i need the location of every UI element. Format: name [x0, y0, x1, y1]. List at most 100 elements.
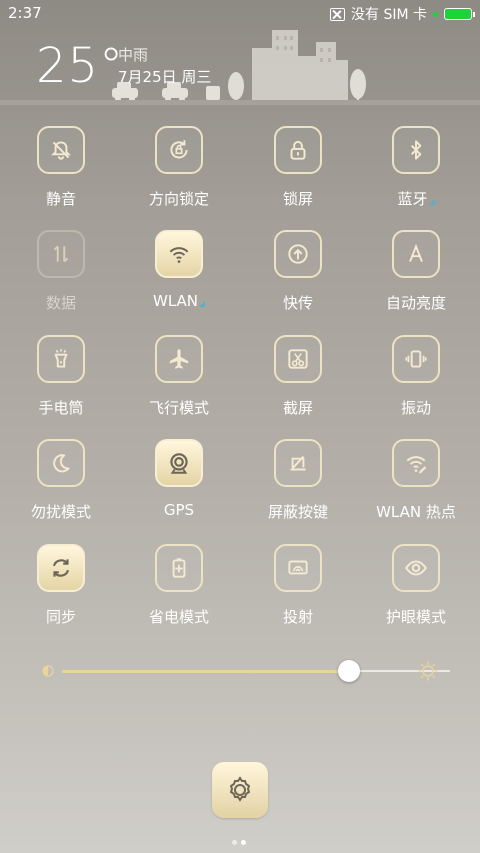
key-block-icon [290, 455, 306, 471]
weather-condition: 中雨 [118, 46, 149, 64]
toggle-bell-off[interactable]: 静音 [2, 126, 120, 226]
toggle-label-text: 方向锁定 [148, 190, 209, 208]
toggle-button[interactable] [274, 126, 322, 174]
brightness-high-icon [418, 661, 438, 681]
brightness-thumb[interactable] [338, 660, 361, 682]
toggle-label: 护眼模式 [357, 606, 475, 627]
data-arrows-icon [53, 245, 69, 263]
toggle-label: 截屏 [239, 397, 357, 418]
toggle-button[interactable] [155, 335, 203, 383]
toggle-button[interactable] [274, 439, 322, 487]
brightness-slider[interactable] [40, 658, 450, 684]
settings-button[interactable] [212, 762, 268, 818]
toggle-button[interactable] [155, 544, 203, 592]
weather-widget[interactable]: 25° 中雨 7月25日 周三 [0, 28, 480, 106]
status-bar: 2:37 没有 SIM 卡 [0, 0, 480, 28]
toggle-label: 同步 [2, 606, 120, 627]
flashlight-icon [54, 349, 68, 368]
toggle-bluetooth[interactable]: 蓝牙 [357, 126, 475, 226]
toggle-label: 方向锁定 [120, 188, 238, 209]
toggle-vibrate[interactable]: 振动 [357, 335, 475, 435]
charging-icon [433, 11, 438, 17]
toggle-button[interactable] [37, 544, 85, 592]
toggle-hotspot[interactable]: WLAN 热点 [357, 439, 475, 539]
toggle-data-arrows[interactable]: 数据 [2, 230, 120, 330]
toggle-scissors[interactable]: 截屏 [239, 335, 357, 435]
toggle-label: 省电模式 [120, 606, 238, 627]
hotspot-icon [406, 456, 427, 474]
expand-indicator-icon [428, 199, 435, 205]
toggle-label-text: 省电模式 [148, 608, 209, 626]
page-indicator [232, 840, 246, 845]
toggle-label-text: 护眼模式 [385, 608, 446, 626]
toggle-sync[interactable]: 同步 [2, 544, 120, 644]
toggle-button[interactable] [37, 230, 85, 278]
toggle-eye[interactable]: 护眼模式 [357, 544, 475, 644]
battery-icon [444, 8, 475, 20]
toggle-rotation-lock[interactable]: 方向锁定 [120, 126, 238, 226]
wifi-icon [169, 247, 189, 263]
toggle-upload[interactable]: 快传 [239, 230, 357, 330]
toggle-auto-brightness[interactable]: 自动亮度 [357, 230, 475, 330]
toggle-label-text: 快传 [282, 294, 313, 312]
toggle-label: 数据 [2, 292, 120, 313]
toggle-button[interactable] [392, 335, 440, 383]
toggle-button[interactable] [37, 126, 85, 174]
toggle-label: 锁屏 [239, 188, 357, 209]
scissors-icon [288, 349, 308, 369]
toggle-button[interactable] [155, 230, 203, 278]
toggle-battery-saver[interactable]: 省电模式 [120, 544, 238, 644]
toggle-label: 快传 [239, 292, 357, 313]
toggle-label-text: 静音 [45, 190, 76, 208]
toggle-button[interactable] [274, 544, 322, 592]
toggle-button[interactable] [274, 335, 322, 383]
toggle-wifi[interactable]: WLAN [120, 230, 238, 330]
gear-icon [229, 776, 251, 802]
toggle-button[interactable] [155, 126, 203, 174]
toggle-label-text: 投射 [282, 608, 313, 626]
toggle-lock[interactable]: 锁屏 [239, 126, 357, 226]
no-sim-text: 没有 SIM 卡 [351, 7, 427, 23]
toggle-button[interactable] [37, 439, 85, 487]
toggle-label: WLAN 热点 [357, 501, 475, 522]
toggle-label: 手电筒 [2, 397, 120, 418]
toggle-flashlight[interactable]: 手电筒 [2, 335, 120, 435]
toggle-button[interactable] [392, 230, 440, 278]
rotation-lock-icon [170, 140, 188, 159]
toggle-button[interactable] [392, 439, 440, 487]
vibrate-icon [405, 350, 427, 368]
toggle-cast[interactable]: 投射 [239, 544, 357, 644]
toggle-label-text: 自动亮度 [385, 294, 446, 312]
moon-icon [53, 454, 70, 473]
bell-off-icon [51, 141, 71, 160]
temperature: 25° [36, 38, 125, 94]
toggle-moon[interactable]: 勿扰模式 [2, 439, 120, 539]
bluetooth-icon [410, 140, 422, 160]
toggle-location[interactable]: GPS [120, 439, 238, 539]
toggle-label-text: 振动 [400, 399, 431, 417]
no-sim-icon [330, 7, 345, 21]
toggle-button[interactable] [274, 230, 322, 278]
battery-saver-icon [172, 558, 186, 578]
toggle-key-block[interactable]: 屏蔽按键 [239, 439, 357, 539]
toggle-button[interactable] [37, 335, 85, 383]
toggle-label: WLAN [120, 292, 238, 310]
page-dot [232, 840, 237, 845]
status-icons: 没有 SIM 卡 [330, 4, 475, 24]
toggle-label: 静音 [2, 188, 120, 209]
status-time: 2:37 [8, 4, 42, 22]
toggle-airplane[interactable]: 飞行模式 [120, 335, 238, 435]
toggle-button[interactable] [155, 439, 203, 487]
toggle-button[interactable] [392, 544, 440, 592]
upload-icon [288, 244, 308, 264]
toggle-label-text: 同步 [45, 608, 76, 626]
toggle-label-text: 蓝牙 [397, 190, 428, 208]
toggle-label: 勿扰模式 [2, 501, 120, 522]
toggle-button[interactable] [392, 126, 440, 174]
brightness-track-fill [62, 670, 350, 673]
toggle-label-text: GPS [163, 501, 195, 519]
brightness-low-icon [42, 665, 54, 677]
toggle-label-text: 屏蔽按键 [267, 503, 328, 521]
toggle-label-text: 勿扰模式 [30, 503, 91, 521]
airplane-icon [169, 349, 189, 369]
